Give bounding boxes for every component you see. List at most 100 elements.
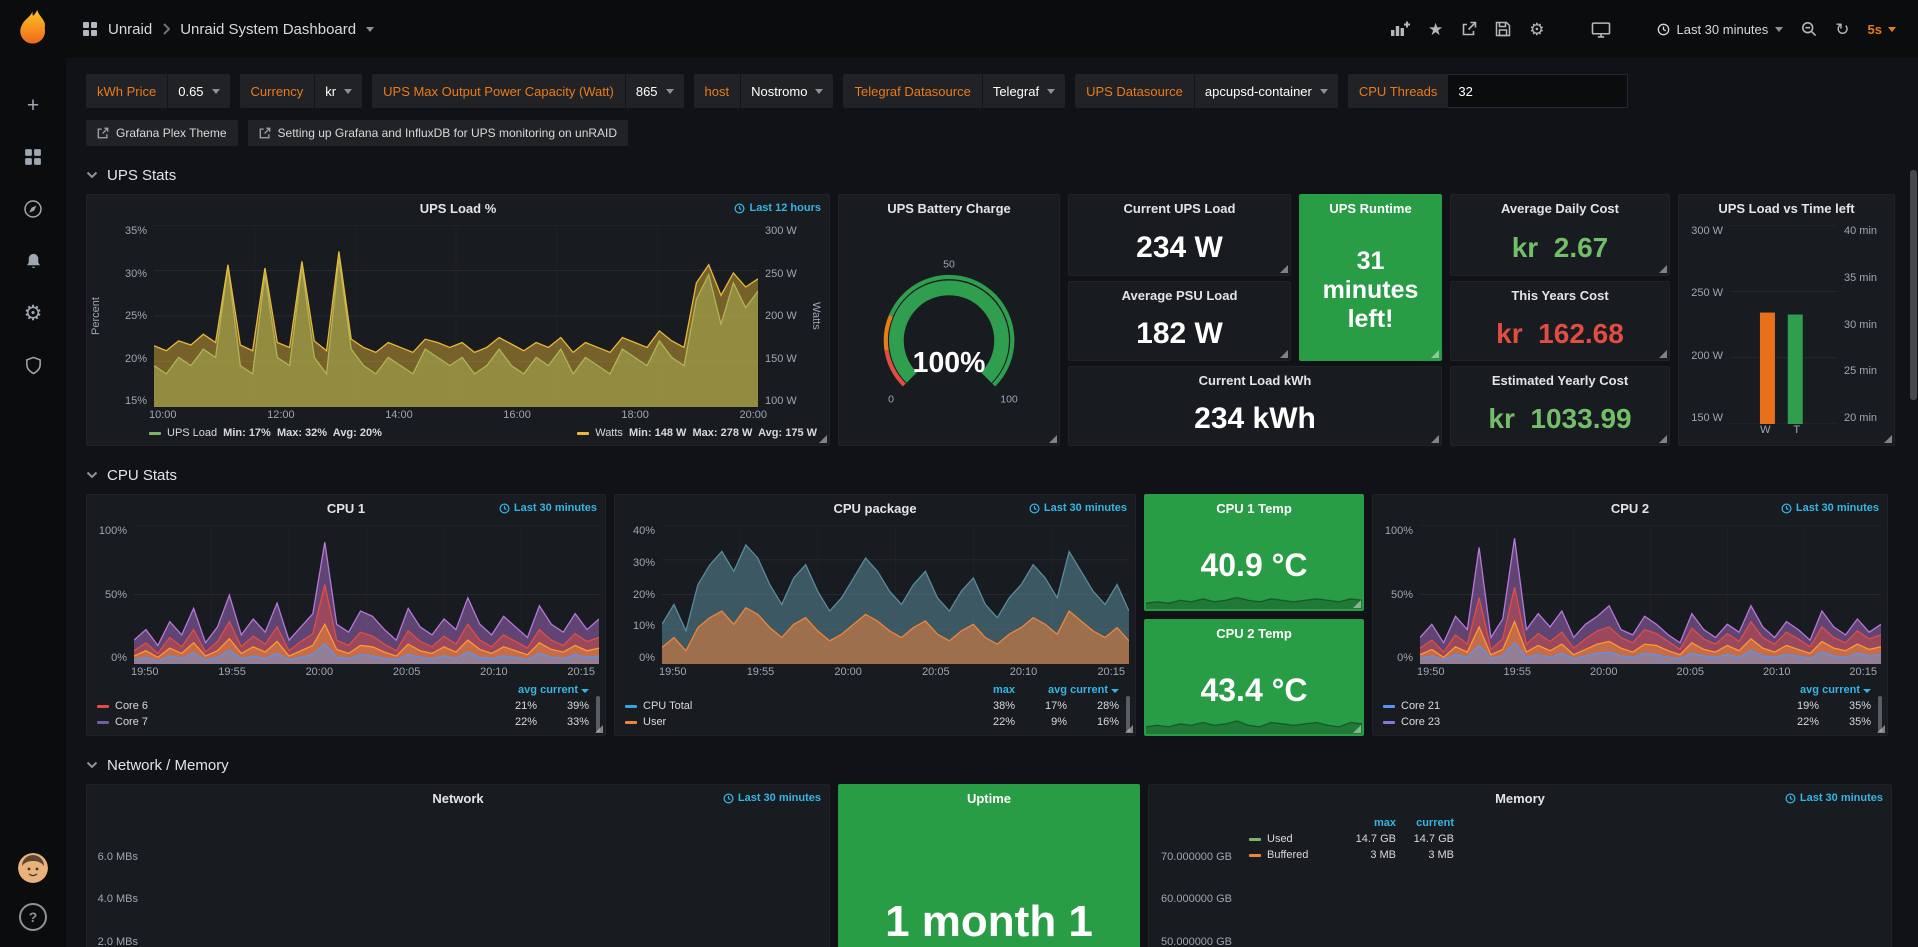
legend-scrollbar[interactable] — [1878, 696, 1882, 732]
cpu1-temp-sparkline — [1146, 577, 1362, 609]
panel-ups-battery-charge: UPS Battery Charge 0 50 100 100% — [838, 194, 1060, 446]
legend-series-used[interactable]: Used — [1249, 833, 1338, 845]
panel-title[interactable]: UPS Battery Charge — [839, 195, 1059, 222]
variable-value-dropdown[interactable]: kr — [314, 74, 362, 108]
legend-sort-avg[interactable]: avg — [1767, 684, 1819, 696]
grafana-logo[interactable] — [11, 7, 55, 51]
panel-title[interactable]: UPS Runtime — [1300, 195, 1441, 222]
row-header-ups-stats[interactable]: UPS Stats — [86, 158, 1908, 192]
legend-sort-current[interactable]: current — [1819, 684, 1871, 696]
battery-gauge: 0 50 100 100% — [839, 221, 1059, 445]
variable-value-dropdown[interactable]: 865 — [625, 74, 684, 108]
sidebar-explore-button[interactable] — [21, 197, 45, 221]
dashboard-settings-button[interactable]: ⚙ — [1529, 21, 1544, 38]
refresh-interval-label: 5s — [1868, 22, 1882, 37]
link-grafana-plex-theme[interactable]: Grafana Plex Theme — [86, 120, 238, 146]
cpu-threads-input[interactable] — [1448, 74, 1628, 108]
cost-stat-column: Average Daily Cost kr 2.67 This Years Co… — [1450, 194, 1670, 446]
refresh-interval-picker[interactable]: 5s — [1868, 22, 1896, 37]
legend-swatch — [577, 432, 589, 435]
add-panel-icon — [1390, 21, 1410, 37]
panel-cpu1-temp: CPU 1 Temp 40.9 °C — [1144, 494, 1364, 611]
panel-title[interactable]: Memory — [1149, 785, 1891, 812]
panel-title[interactable]: CPU 1 Temp — [1145, 495, 1363, 522]
legend-row: Core 21 19% 35% — [1383, 700, 1871, 712]
legend-sort-avg[interactable]: avg — [485, 684, 537, 696]
legend-sort-current[interactable]: current — [1396, 817, 1454, 829]
row-header-network-memory[interactable]: Network / Memory — [86, 748, 1908, 782]
panel-title[interactable]: Average Daily Cost — [1451, 195, 1669, 222]
x-axis: 10:0012:0014:0016:0018:0020:00 — [87, 407, 829, 425]
share-dashboard-button[interactable] — [1461, 21, 1477, 37]
y-axis-left: 300 W250 W200 W150 W — [1681, 225, 1730, 424]
legend-series-buffered[interactable]: Buffered — [1249, 849, 1338, 861]
breadcrumb-dashboard-title[interactable]: Unraid System Dashboard — [180, 21, 356, 38]
x-axis: 19:5019:5520:0020:0520:1020:15 — [615, 664, 1135, 682]
zoom-out-time-button[interactable] — [1801, 21, 1817, 37]
y-axis-left: 70.000000 GB 60.000000 GB 50.000000 GB — [1151, 815, 1239, 947]
variable-label: host — [694, 74, 741, 108]
variable-ups-datasource: UPS Datasource apcupsd-container — [1075, 74, 1338, 108]
legend-sort-avg[interactable]: avg — [1015, 684, 1067, 696]
cycle-view-mode-button[interactable] — [1591, 21, 1611, 38]
panel-title[interactable]: Network — [87, 785, 829, 812]
chevron-down-icon — [86, 761, 98, 769]
legend-series-cpu-total[interactable]: CPU Total — [625, 700, 963, 712]
legend-series-watts[interactable]: Watts — [595, 427, 623, 439]
ups-stats-panels: UPS Load % Last 12 hours Percent 35%30%2… — [86, 194, 1908, 446]
panel-title[interactable]: Uptime — [839, 785, 1139, 812]
variable-value-dropdown[interactable]: apcupsd-container — [1194, 74, 1338, 108]
legend-series-user[interactable]: User — [625, 716, 963, 728]
share-icon — [1461, 21, 1477, 37]
legend-swatch — [625, 705, 637, 708]
legend-series-ups-load[interactable]: UPS Load — [167, 427, 217, 439]
refresh-button[interactable]: ↻ — [1835, 21, 1849, 38]
panel-title[interactable]: This Years Cost — [1451, 282, 1669, 309]
star-dashboard-button[interactable]: ★ — [1428, 21, 1443, 38]
row-header-cpu-stats[interactable]: CPU Stats — [86, 458, 1908, 492]
dashboard-links-row: Grafana Plex Theme Setting up Grafana an… — [86, 120, 1908, 146]
page-scrollbar-thumb[interactable] — [1910, 170, 1917, 400]
sidebar-server-admin-button[interactable] — [21, 353, 45, 377]
legend-stats: Min: 148 W Max: 278 W Avg: 175 W — [629, 427, 817, 439]
panel-title[interactable]: UPS Load % — [87, 195, 829, 222]
y-axis-left: 35%30%25%20%15% — [103, 225, 154, 407]
variable-value-dropdown[interactable]: Nostromo — [740, 74, 833, 108]
panel-title[interactable]: Current UPS Load — [1069, 195, 1290, 222]
panel-title[interactable]: Estimated Yearly Cost — [1451, 367, 1669, 394]
breadcrumb-app[interactable]: Unraid — [108, 21, 152, 38]
add-panel-button[interactable] — [1390, 21, 1410, 37]
panel-title[interactable]: UPS Load vs Time left — [1679, 195, 1894, 222]
caret-down-icon — [1047, 89, 1055, 94]
legend-sort-max[interactable]: max — [963, 684, 1015, 696]
variable-value-dropdown[interactable]: 0.65 — [167, 74, 229, 108]
legend-scrollbar[interactable] — [1126, 696, 1130, 732]
legend-sort-current[interactable]: current — [1067, 684, 1119, 696]
user-avatar[interactable] — [18, 853, 48, 883]
gauge-value: 100% — [913, 347, 986, 379]
link-ups-monitoring-guide[interactable]: Setting up Grafana and InfluxDB for UPS … — [248, 120, 629, 146]
legend-series-core7[interactable]: Core 7 — [97, 716, 485, 728]
sidebar-dashboards-button[interactable] — [21, 145, 45, 169]
panel-average-psu-load: Average PSU Load 182 W — [1068, 281, 1291, 361]
sidebar-create-button[interactable]: + — [21, 93, 45, 117]
panel-title[interactable]: Average PSU Load — [1069, 282, 1290, 309]
time-range-picker[interactable]: Last 30 minutes — [1657, 22, 1784, 37]
legend-sort-current[interactable]: current — [537, 684, 589, 696]
legend-series-core23[interactable]: Core 23 — [1383, 716, 1767, 728]
ups-load-chart — [154, 225, 758, 407]
sidebar-configuration-button[interactable]: ⚙ — [21, 301, 45, 325]
legend-scrollbar[interactable] — [596, 696, 600, 732]
bell-icon — [24, 252, 43, 271]
avatar-face-icon — [18, 853, 48, 883]
legend-sort-max[interactable]: max — [1338, 817, 1396, 829]
variable-value-dropdown[interactable]: Telegraf — [982, 74, 1065, 108]
legend-series-core21[interactable]: Core 21 — [1383, 700, 1767, 712]
save-dashboard-button[interactable] — [1495, 21, 1511, 37]
sidebar-alerting-button[interactable] — [21, 249, 45, 273]
panel-title[interactable]: Current Load kWh — [1069, 367, 1441, 394]
help-button[interactable]: ? — [19, 903, 47, 931]
panel-title[interactable]: CPU 2 Temp — [1145, 620, 1363, 647]
dashboard-picker-icon[interactable] — [82, 21, 98, 37]
legend-series-core6[interactable]: Core 6 — [97, 700, 485, 712]
